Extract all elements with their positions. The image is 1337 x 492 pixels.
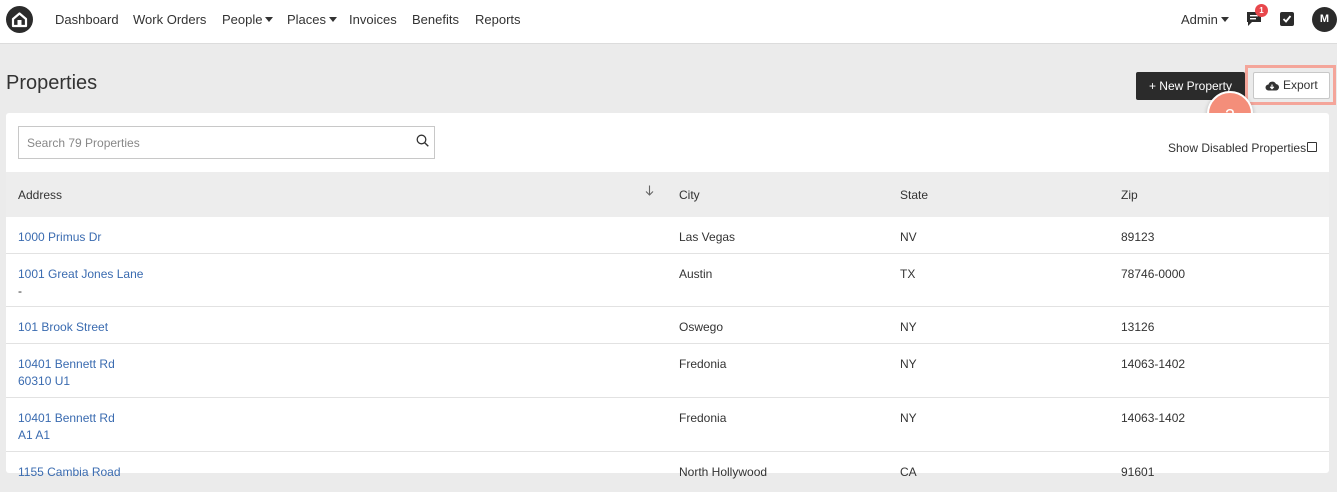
nav-people-label: People: [222, 12, 263, 27]
column-header-zip[interactable]: Zip: [1121, 188, 1138, 202]
address-cell[interactable]: 101 Brook Street: [18, 319, 108, 336]
address-link[interactable]: 1001 Great Jones Lane: [18, 266, 143, 283]
table-row[interactable]: 1001 Great Jones Lane - Austin TX 78746-…: [6, 254, 1329, 307]
table-header: Address City State Zip: [6, 172, 1329, 217]
address-link[interactable]: 1155 Cambia Road: [18, 464, 121, 481]
state-cell: NY: [900, 320, 917, 334]
nav-reports-label: Reports: [475, 12, 521, 27]
zip-cell: 14063-1402: [1121, 411, 1186, 425]
top-navbar: Dashboard Work Orders People Places Invo…: [0, 0, 1337, 44]
city-cell: North Hollywood: [679, 465, 768, 479]
sort-arrow-down-icon[interactable]: [645, 185, 654, 196]
address-link[interactable]: 10401 Bennett Rd: [18, 410, 115, 427]
nav-people[interactable]: People: [222, 12, 274, 27]
address-link[interactable]: 10401 Bennett Rd: [18, 356, 115, 373]
city-cell: Oswego: [679, 320, 724, 334]
page-title: Properties: [6, 72, 98, 94]
nav-dashboard[interactable]: Dashboard: [55, 12, 119, 27]
address-link[interactable]: 101 Brook Street: [18, 319, 108, 336]
export-button[interactable]: Export: [1253, 72, 1330, 99]
nav-places[interactable]: Places: [287, 12, 338, 27]
user-avatar[interactable]: M: [1312, 7, 1337, 32]
address-line2: -: [18, 284, 22, 298]
state-cell: CA: [900, 465, 917, 479]
zip-cell: 14063-1402: [1121, 357, 1186, 371]
state-cell: NY: [900, 357, 917, 371]
table-row[interactable]: 10401 Bennett Rd A1 A1 Fredonia NY 14063…: [6, 398, 1329, 452]
cloud-download-icon: [1265, 81, 1279, 91]
address-line2[interactable]: 60310 U1: [18, 373, 115, 390]
chevron-down-icon: [1220, 17, 1229, 22]
show-disabled-label: Show Disabled Properties: [1168, 141, 1307, 155]
address-line2[interactable]: A1 A1: [18, 427, 115, 444]
admin-menu[interactable]: Admin: [1181, 12, 1229, 27]
table-row[interactable]: 1155 Cambia Road North Hollywood CA 9160…: [6, 452, 1329, 492]
address-cell[interactable]: 10401 Bennett Rd 60310 U1: [18, 356, 115, 390]
column-header-address[interactable]: Address: [18, 188, 62, 202]
city-cell: Las Vegas: [679, 230, 736, 244]
home-logo-icon[interactable]: [6, 6, 33, 33]
nav-invoices[interactable]: Invoices: [349, 12, 397, 27]
state-cell: NV: [900, 230, 917, 244]
export-button-label: Export: [1283, 78, 1318, 92]
notification-badge: 1: [1255, 4, 1268, 17]
address-cell[interactable]: 1000 Primus Dr: [18, 229, 101, 246]
admin-menu-label: Admin: [1181, 12, 1218, 27]
nav-work-orders[interactable]: Work Orders: [133, 12, 206, 27]
address-cell[interactable]: 10401 Bennett Rd A1 A1: [18, 410, 115, 444]
task-check-icon[interactable]: [1280, 12, 1294, 26]
zip-cell: 91601: [1121, 465, 1155, 479]
nav-dashboard-label: Dashboard: [55, 12, 119, 27]
address-link[interactable]: 1000 Primus Dr: [18, 229, 101, 246]
search-box[interactable]: [18, 126, 435, 159]
city-cell: Austin: [679, 267, 713, 281]
state-cell: TX: [900, 267, 916, 281]
nav-work-orders-label: Work Orders: [133, 12, 207, 27]
address-cell[interactable]: 1001 Great Jones Lane -: [18, 266, 143, 300]
nav-benefits-label: Benefits: [412, 12, 459, 27]
column-header-state[interactable]: State: [900, 188, 928, 202]
search-icon[interactable]: [416, 134, 429, 147]
zip-cell: 89123: [1121, 230, 1155, 244]
nav-benefits[interactable]: Benefits: [412, 12, 459, 27]
show-disabled-checkbox[interactable]: [1307, 142, 1317, 152]
search-input[interactable]: [27, 134, 397, 152]
chevron-down-icon: [329, 17, 338, 22]
nav-reports[interactable]: Reports: [475, 12, 521, 27]
city-cell: Fredonia: [679, 411, 727, 425]
chevron-down-icon: [265, 17, 274, 22]
table-row[interactable]: 10401 Bennett Rd 60310 U1 Fredonia NY 14…: [6, 344, 1329, 398]
zip-cell: 78746-0000: [1121, 267, 1186, 281]
nav-invoices-label: Invoices: [349, 12, 397, 27]
city-cell: Fredonia: [679, 357, 727, 371]
table-row[interactable]: 1000 Primus Dr Las Vegas NV 89123: [6, 217, 1329, 254]
nav-places-label: Places: [287, 12, 327, 27]
column-header-city[interactable]: City: [679, 188, 700, 202]
address-cell[interactable]: 1155 Cambia Road: [18, 464, 121, 481]
properties-card: Show Disabled Properties Address City St…: [6, 113, 1329, 479]
state-cell: NY: [900, 411, 917, 425]
zip-cell: 13126: [1121, 320, 1155, 334]
table-row[interactable]: 101 Brook Street Oswego NY 13126: [6, 307, 1329, 344]
